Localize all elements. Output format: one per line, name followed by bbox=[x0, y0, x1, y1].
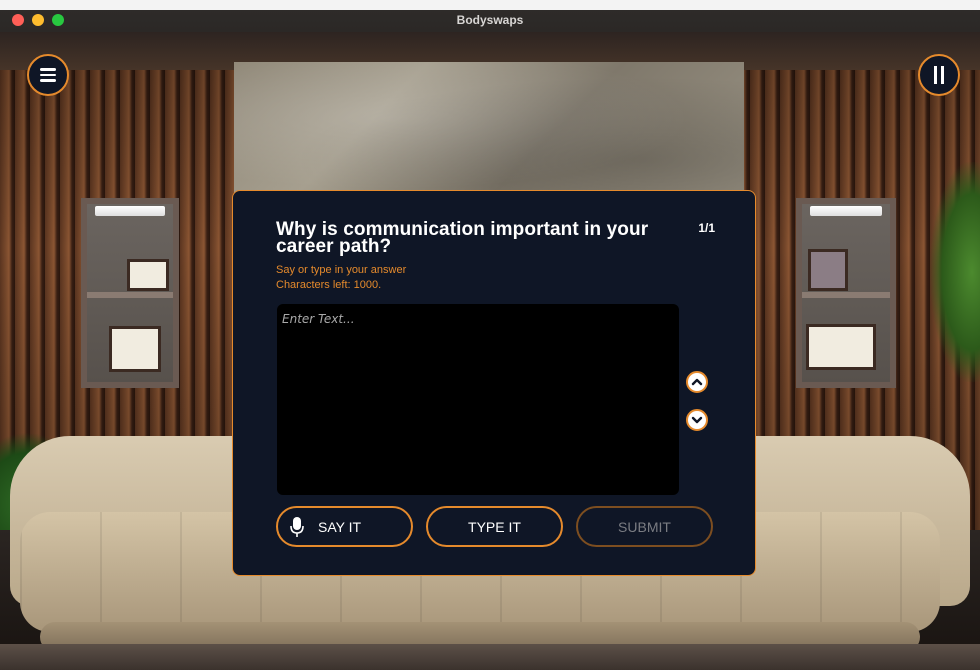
chevron-down-icon bbox=[691, 416, 703, 424]
type-it-button[interactable]: TYPE IT bbox=[426, 506, 563, 547]
microphone-icon bbox=[290, 516, 304, 537]
certificate-frame bbox=[127, 259, 169, 291]
certificate-frame bbox=[806, 324, 876, 370]
scroll-up-button[interactable] bbox=[686, 371, 708, 393]
photo-frame bbox=[808, 249, 848, 291]
answer-text-input[interactable] bbox=[277, 304, 679, 495]
page-indicator: 1/1 bbox=[698, 221, 715, 235]
question-dialog: Why is communication important in your c… bbox=[232, 190, 756, 576]
submit-label: SUBMIT bbox=[618, 518, 671, 535]
instruction-text: Say or type in your answer bbox=[276, 264, 407, 276]
rug bbox=[0, 644, 980, 670]
submit-button[interactable]: SUBMIT bbox=[576, 506, 713, 547]
characters-left-counter: Characters left: 1000. bbox=[276, 279, 382, 291]
virtual-room-scene: Why is communication important in your c… bbox=[0, 32, 980, 670]
window-titlebar: Bodyswaps bbox=[0, 0, 980, 32]
pause-button[interactable] bbox=[918, 54, 960, 96]
question-title: Why is communication important in your c… bbox=[276, 219, 649, 257]
hamburger-menu-icon bbox=[40, 68, 56, 82]
plant-right bbox=[930, 162, 980, 382]
marble-wall-panel bbox=[234, 62, 744, 202]
certificate-frame bbox=[109, 326, 161, 372]
menu-button[interactable] bbox=[27, 54, 69, 96]
scroll-down-button[interactable] bbox=[686, 409, 708, 431]
pause-icon bbox=[934, 66, 944, 84]
window-title: Bodyswaps bbox=[456, 13, 524, 27]
chevron-up-icon bbox=[691, 378, 703, 386]
type-it-label: TYPE IT bbox=[468, 518, 521, 535]
right-wall-shelf bbox=[796, 198, 896, 388]
left-wall-shelf bbox=[81, 198, 179, 388]
say-it-label: SAY IT bbox=[318, 518, 362, 535]
say-it-button[interactable]: SAY IT bbox=[276, 506, 413, 547]
